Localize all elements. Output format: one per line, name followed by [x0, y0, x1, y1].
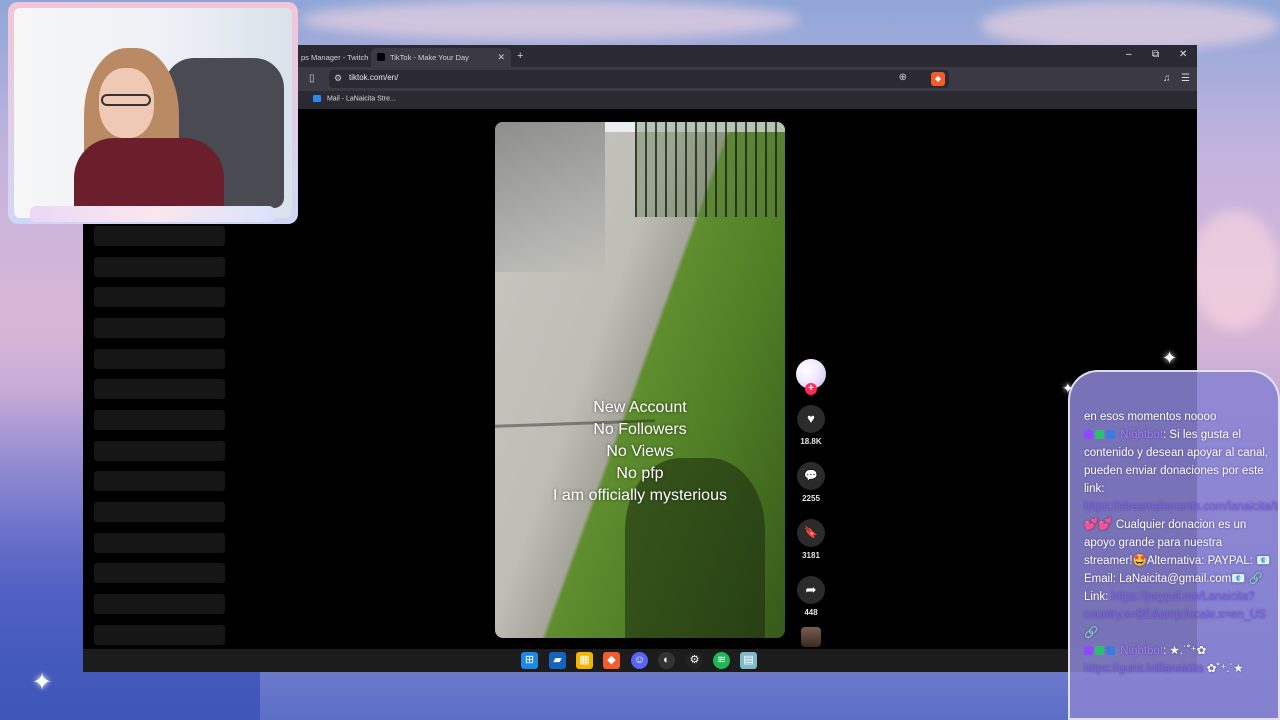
new-tab-button[interactable]: +: [517, 48, 523, 64]
caption-line: New Account: [593, 399, 687, 416]
background-cloud: [300, 0, 800, 40]
sidebar-placeholder: [94, 257, 225, 277]
address-bar[interactable]: ⚙ tiktok.com/en/ ⊕ ◆: [329, 70, 949, 88]
sidebar-placeholder: [94, 287, 225, 307]
chat-text: : ★.˙˚⁺✿: [1163, 645, 1207, 657]
sidebar-placeholder: [94, 594, 225, 614]
stream-chat: en esos momentos noooo Nightbot: Si les …: [1068, 370, 1280, 720]
sparkle-icon: ✦: [32, 669, 53, 696]
chat-username[interactable]: Nightbot: [1120, 429, 1163, 441]
chat-message: Nightbot: Si les gusta el contenido y de…: [1084, 426, 1278, 642]
like-count: 18.8K: [800, 437, 822, 446]
save-count: 3181: [802, 551, 820, 560]
chat-text: ✿˚⁺.˙★: [1203, 663, 1244, 675]
share-button[interactable]: ➦: [797, 576, 825, 604]
maximize-button[interactable]: ⧉: [1152, 49, 1159, 60]
heart-icon: ♥: [807, 411, 815, 426]
mail-icon: [313, 95, 321, 102]
windows-start-icon[interactable]: ⊞: [521, 652, 538, 669]
sidebar-placeholder: [94, 441, 225, 461]
close-window-button[interactable]: ✕: [1179, 49, 1187, 60]
menu-icon[interactable]: ☰: [1181, 73, 1190, 84]
bookmark-mail[interactable]: Mail - LaNaicita Stre...: [313, 95, 396, 102]
webcam-overlay: [8, 2, 298, 224]
bot-badge-icon: [1106, 430, 1115, 440]
comment-count: 2255: [802, 494, 820, 503]
chat-link[interactable]: https://paypal.me/Lanaicita?country.x=BE…: [1084, 591, 1266, 621]
minimize-button[interactable]: –: [1126, 49, 1132, 60]
background-cloud: [1190, 210, 1280, 330]
store-icon[interactable]: ▦: [576, 652, 593, 669]
tab-tiktok[interactable]: TikTok - Make Your Day ✕: [371, 48, 511, 67]
music-disc-icon[interactable]: [801, 627, 821, 647]
share-icon: ➦: [805, 582, 817, 597]
spotify-icon[interactable]: ≋: [713, 652, 730, 669]
close-tab-icon[interactable]: ✕: [497, 48, 505, 67]
chat-text: en esos momentos noooo: [1084, 411, 1217, 423]
chat-message: en esos momentos noooo: [1084, 408, 1272, 426]
caption-line: No Views: [606, 443, 674, 460]
sidebar-placeholder: [94, 502, 225, 522]
sidebar-placeholder: [94, 410, 225, 430]
video-caption: New Account No Followers No Views No pfp…: [495, 397, 785, 507]
steam-icon[interactable]: ⚙: [686, 652, 703, 669]
bookmark-icon[interactable]: ▯: [309, 73, 315, 84]
share-count: 448: [804, 608, 818, 617]
streamer-glasses: [101, 94, 151, 106]
sidebar-placeholder: [94, 379, 225, 399]
comment-icon: 💬: [804, 470, 818, 482]
caption-line: I am officially mysterious: [553, 487, 727, 504]
sidebar-placeholder: [94, 533, 225, 553]
like-button[interactable]: ♥: [797, 405, 825, 433]
sidebar-placeholder: [94, 563, 225, 583]
webcam-feed: [14, 8, 292, 218]
moderator-badge-icon: [1084, 646, 1093, 656]
bookmark-save-icon: 🔖: [804, 527, 818, 539]
verified-badge-icon: [1095, 646, 1104, 656]
file-explorer-icon[interactable]: ▰: [549, 652, 566, 669]
sidebar-placeholder: [94, 625, 225, 645]
follow-button[interactable]: +: [805, 383, 817, 395]
chat-username[interactable]: Nightbot: [1120, 645, 1163, 657]
taskbar: ⊞ ▰ ▦ ◆ ☺ ◐ ⚙ ≋ ▤: [83, 649, 1197, 672]
discord-icon[interactable]: ☺: [631, 652, 648, 669]
sidebar-placeholder: [94, 349, 225, 369]
chat-message: Nightbot: ★.˙˚⁺✿ https://guns.lol/lanaic…: [1084, 642, 1272, 678]
moderator-badge-icon: [1084, 430, 1093, 440]
zoom-icon[interactable]: ⊕: [899, 72, 907, 83]
save-button[interactable]: 🔖: [797, 519, 825, 547]
tiktok-icon: [377, 53, 385, 62]
sidebar-placeholder: [94, 471, 225, 491]
sidebar-placeholder: [94, 318, 225, 338]
verified-badge-icon: [1095, 430, 1104, 440]
url-text: tiktok.com/en/: [349, 73, 399, 82]
notepad-icon[interactable]: ▤: [740, 652, 757, 669]
tab-label: ps Manager - Twitch: [301, 53, 369, 62]
chat-link[interactable]: https://guns.lol/lanaicita: [1084, 663, 1204, 675]
video-player[interactable]: New Account No Followers No Views No pfp…: [495, 122, 785, 638]
video-fence: [635, 122, 785, 217]
caption-line: No Followers: [593, 421, 687, 438]
sidebar-placeholder: [94, 226, 225, 246]
webcam-frame-decoration: [30, 206, 275, 222]
caption-line: No pfp: [616, 465, 664, 482]
obs-icon[interactable]: ◐: [658, 652, 675, 669]
chat-link[interactable]: https://streamelements.com/lanaicita/tip: [1084, 501, 1278, 513]
creator-avatar[interactable]: +: [796, 359, 826, 395]
bookmark-label: Mail - LaNaicita Stre...: [326, 95, 396, 103]
chat-text: 🔗: [1084, 627, 1099, 639]
comment-button[interactable]: 💬: [797, 462, 825, 490]
site-info-icon[interactable]: ⚙: [334, 73, 342, 84]
tab-twitch[interactable]: ps Manager - Twitch: [295, 48, 375, 67]
background-cloud: [980, 0, 1280, 50]
brave-shield-icon[interactable]: ◆: [931, 72, 945, 86]
tab-label: TikTok - Make Your Day: [389, 53, 469, 62]
sparkle-icon: ✦: [1162, 348, 1178, 368]
video-road: [495, 122, 605, 272]
brave-icon[interactable]: ◆: [603, 652, 620, 669]
action-rail: + ♥ 18.8K 💬 2255 🔖 3181 ➦ 448: [794, 359, 828, 647]
media-icon[interactable]: ♫: [1163, 73, 1171, 84]
bot-badge-icon: [1106, 646, 1115, 656]
